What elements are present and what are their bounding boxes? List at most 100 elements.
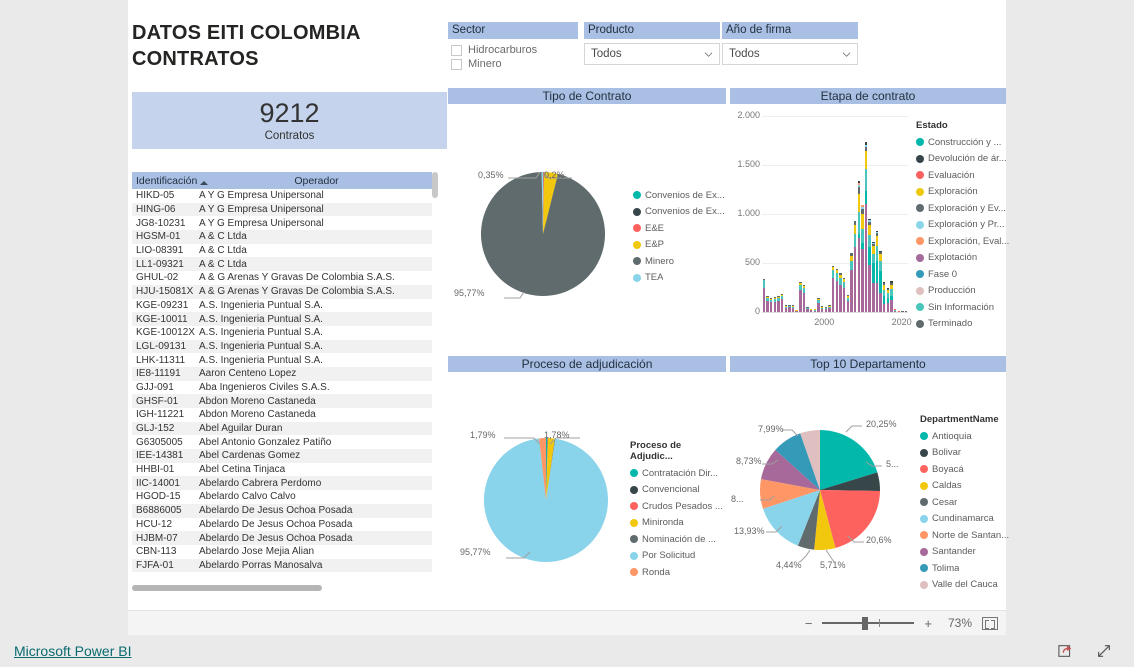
legend-item[interactable]: Norte de Santan... xyxy=(920,527,1009,544)
bar-column[interactable] xyxy=(890,116,893,312)
zoom-slider[interactable] xyxy=(822,617,915,630)
legend-tipo-de-contrato[interactable]: Convenios de Ex... Convenios de Ex... E&E E… xyxy=(633,187,725,286)
bar-column[interactable] xyxy=(904,116,908,312)
legend-item[interactable]: Construcción y ... xyxy=(916,134,1009,151)
legend-item[interactable]: Tolima xyxy=(920,560,1009,577)
bar-column[interactable] xyxy=(780,116,784,312)
table-row[interactable]: GJJ-091 Aba Ingenieros Civiles S.A.S. xyxy=(132,381,438,395)
bar-column[interactable] xyxy=(868,116,871,312)
bar-column[interactable] xyxy=(853,116,857,312)
legend-item[interactable]: TEA xyxy=(633,270,725,287)
legend-item[interactable]: Ronda xyxy=(630,564,726,581)
slicer-sector[interactable]: Sector Hidrocarburos Minero xyxy=(448,22,578,71)
table-row[interactable]: GHUL-02 A & G Arenas Y Gravas De Colombia… xyxy=(132,271,438,285)
table-row[interactable]: JG8-10231 A Y G Empresa Unipersonal xyxy=(132,216,438,230)
bar-column[interactable] xyxy=(773,116,776,312)
bar-column[interactable] xyxy=(842,116,846,312)
bar-column[interactable] xyxy=(897,116,901,312)
legend-item[interactable]: Exploración y Ev... xyxy=(916,200,1009,217)
bar-column[interactable] xyxy=(864,116,868,312)
legend-item[interactable]: Devolución de ár... xyxy=(916,151,1009,168)
table-row[interactable]: HCU-12 Abelardo De Jesus Ochoa Posada xyxy=(132,518,438,532)
bar-column[interactable] xyxy=(824,116,828,312)
bar-column[interactable] xyxy=(835,116,839,312)
legend-item[interactable]: Contratación Dir... xyxy=(630,465,726,482)
legend-item[interactable]: Valle del Cauca xyxy=(920,577,1009,594)
microsoft-power-bi-link[interactable]: Microsoft Power BI xyxy=(14,643,131,659)
legend-top-10-departamento[interactable]: DepartmentName Antioquia Bolivar Boyacá Cald… xyxy=(920,414,1009,593)
legend-item[interactable]: Bolivar xyxy=(920,445,1009,462)
visual-etapa-de-contrato[interactable]: Etapa de contrato 0 500 1.000 1.500 2.000 200… xyxy=(730,88,1009,348)
slicer-sector-option-hidrocarburos[interactable]: Hidrocarburos xyxy=(451,43,578,57)
bar-column[interactable] xyxy=(802,116,806,312)
table-row[interactable]: HING-06 A Y G Empresa Unipersonal xyxy=(132,202,438,217)
legend-item[interactable]: E&E xyxy=(633,220,725,237)
legend-etapa-de-contrato[interactable]: Estado Construcción y ... Devolución de ár… xyxy=(916,120,1009,332)
legend-item[interactable]: Santander xyxy=(920,544,1009,561)
bar-column[interactable] xyxy=(810,116,813,312)
table-row[interactable]: HHBI-01 Abel Cetina Tinjaca xyxy=(132,463,438,477)
slicer-producto[interactable]: Producto Todos xyxy=(584,22,720,65)
bar-column[interactable] xyxy=(861,116,864,312)
kpi-card-contratos[interactable]: 9212 Contratos xyxy=(132,92,447,149)
bar-column[interactable] xyxy=(886,116,890,312)
table-row[interactable]: IEE-14381 Abel Cardenas Gomez xyxy=(132,449,438,463)
bar-column[interactable] xyxy=(777,116,780,312)
legend-item[interactable]: Convencional xyxy=(630,482,726,499)
slicer-sector-option-minero[interactable]: Minero xyxy=(451,57,578,71)
table-row[interactable]: GLJ-152 Abel Aguilar Duran xyxy=(132,421,438,436)
table-row[interactable]: HIKD-05 A Y G Empresa Unipersonal xyxy=(132,189,438,203)
table-row[interactable]: CBN-113 Abelardo Jose Mejia Alian xyxy=(132,545,438,559)
table-row[interactable]: LGL-09131 A.S. Ingenieria Puntual S.A. xyxy=(132,339,438,354)
legend-item[interactable]: Crudos Pesados ... xyxy=(630,498,726,515)
bar-column[interactable] xyxy=(799,116,802,312)
legend-item[interactable]: Exploración y Pr... xyxy=(916,217,1009,234)
legend-item[interactable]: Por Solicitud xyxy=(630,548,726,565)
legend-item[interactable]: Exploración, Eval... xyxy=(916,233,1009,250)
table-row[interactable]: IGH-11221 Abdon Moreno Castaneda xyxy=(132,408,438,422)
table-row[interactable]: KGE-10012X A.S. Ingenieria Puntual S.A. xyxy=(132,326,438,340)
legend-item[interactable]: Minero xyxy=(633,253,725,270)
column-header-identificacion[interactable]: Identificación xyxy=(132,175,197,187)
legend-item[interactable]: Sin Información xyxy=(916,299,1009,316)
bar-column[interactable] xyxy=(766,116,769,312)
bar-column[interactable] xyxy=(846,116,849,312)
legend-item[interactable]: Exploración xyxy=(916,184,1009,201)
checkbox-icon[interactable] xyxy=(451,44,462,56)
column-header-operador[interactable]: Operador xyxy=(195,175,438,187)
slicer-anio-dropdown[interactable]: Todos xyxy=(722,43,858,65)
bar-column[interactable] xyxy=(901,116,904,312)
legend-item[interactable]: Antioquia xyxy=(920,428,1009,445)
bar-column[interactable] xyxy=(784,116,787,312)
bar-column[interactable] xyxy=(791,116,795,312)
visual-tipo-de-contrato[interactable]: Tipo de Contrato 0,35% 0,2% 95,77% Conve… xyxy=(448,88,726,348)
bar-column[interactable] xyxy=(883,116,886,312)
slicer-producto-dropdown[interactable]: Todos xyxy=(584,43,720,65)
bar-column[interactable] xyxy=(831,116,835,312)
legend-item[interactable]: Caldas xyxy=(920,478,1009,495)
table-row[interactable]: IE8-11191 Aaron Centeno Lopez xyxy=(132,366,438,381)
table-row[interactable]: IIC-14001 Abelardo Cabrera Perdomo xyxy=(132,476,438,491)
legend-item[interactable]: Explotación xyxy=(916,250,1009,267)
table-row[interactable]: KGE-09231 A.S. Ingenieria Puntual S.A. xyxy=(132,299,438,313)
table-row[interactable]: LHK-11311 A.S. Ingenieria Puntual S.A. xyxy=(132,353,438,367)
table-row[interactable]: GHSF-01 Abdon Moreno Castaneda xyxy=(132,394,438,408)
legend-item[interactable]: Evaluación xyxy=(916,167,1009,184)
table-row[interactable]: G6305005 Abel Antonio Gonzalez Patiño xyxy=(132,435,438,449)
bar-column[interactable] xyxy=(788,116,791,312)
bar-column[interactable] xyxy=(875,116,879,312)
bar-column[interactable] xyxy=(821,116,824,312)
bar-column[interactable] xyxy=(817,116,820,312)
bar-column[interactable] xyxy=(795,116,798,312)
bar-column[interactable] xyxy=(857,116,860,312)
zoom-toolbar[interactable]: − + 73% xyxy=(128,610,1006,635)
bar-column[interactable] xyxy=(872,116,875,312)
fit-to-page-icon[interactable] xyxy=(982,616,998,630)
bar-column[interactable] xyxy=(813,116,817,312)
visual-top-10-departamento[interactable]: Top 10 Departamento 20,25% 5... 20,6% 5,71%… xyxy=(730,356,1009,606)
table-row[interactable]: FJFA-01 Abelardo Porras Manosalva xyxy=(132,558,438,573)
bar-column[interactable] xyxy=(850,116,853,312)
bar-column[interactable] xyxy=(839,116,842,312)
legend-item[interactable]: Cesar xyxy=(920,494,1009,511)
table-row[interactable]: HGSM-01 A & C Ltda xyxy=(132,230,438,244)
